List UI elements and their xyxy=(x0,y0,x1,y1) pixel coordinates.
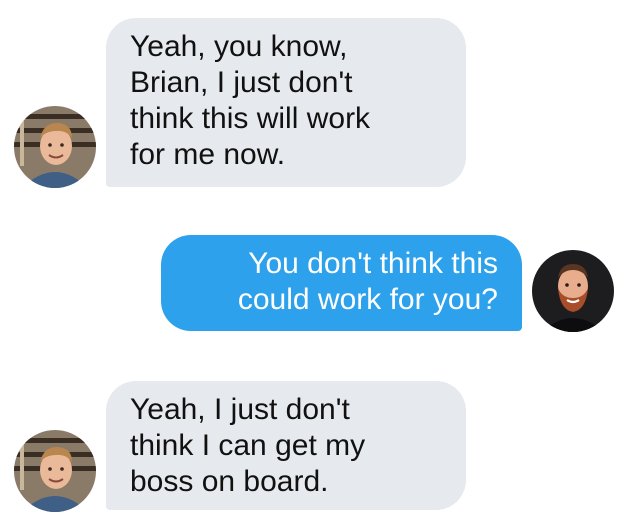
message-line: You don't think this xyxy=(248,247,498,280)
message-line: Brian, I just don't xyxy=(130,66,353,99)
incoming-message-bubble: Yeah, I just don't think I can get my bo… xyxy=(106,381,466,510)
incoming-message-bubble: Yeah, you know, Brian, I just don't thin… xyxy=(106,18,466,187)
contact-avatar[interactable] xyxy=(14,106,96,188)
outgoing-message-bubble: You don't think this could work for you? xyxy=(161,235,522,331)
message-line: Yeah, I just don't xyxy=(130,393,350,426)
contact-avatar-icon xyxy=(14,106,96,188)
self-avatar[interactable] xyxy=(532,250,614,332)
contact-avatar-icon xyxy=(14,430,96,512)
message-line: boss on board. xyxy=(130,465,329,498)
message-line: Yeah, you know, xyxy=(130,30,348,63)
message-line: for me now. xyxy=(130,138,286,171)
self-avatar-icon xyxy=(532,250,614,332)
message-line: think this will work xyxy=(130,102,371,135)
contact-avatar[interactable] xyxy=(14,430,96,512)
message-line: think I can get my xyxy=(130,429,366,462)
message-line: could work for you? xyxy=(237,283,498,316)
